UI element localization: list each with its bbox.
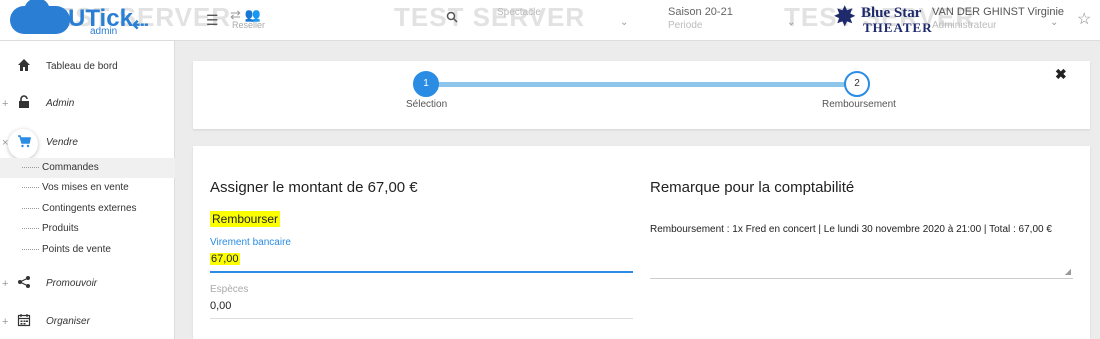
virement-label: Virement bancaire bbox=[210, 237, 291, 248]
sidebar-item-promouvoir[interactable]: + Promouvoir bbox=[0, 270, 175, 300]
user-name: VAN DER GHINST Virginie bbox=[932, 6, 1065, 18]
user-role: Administrateur bbox=[932, 20, 997, 31]
remark-title: Remarque pour la comptabilité bbox=[650, 179, 855, 196]
periode-value: Saison 20-21 bbox=[668, 6, 733, 18]
logo[interactable]: UTick admin ⇠ bbox=[6, 0, 156, 38]
spectacle-select[interactable]: Spectacle ⌄ bbox=[470, 6, 630, 36]
sidebar-subitem-label: Vos mises en vente bbox=[42, 182, 129, 193]
lock-icon bbox=[15, 95, 33, 113]
sidebar-subitem-label: Commandes bbox=[42, 162, 99, 173]
resize-handle-icon[interactable]: ◢ bbox=[1065, 267, 1071, 276]
theater-name-line2: THEATER bbox=[863, 20, 933, 35]
especes-underline bbox=[210, 318, 633, 319]
sidebar-subitem-contingents[interactable]: Contingents externes bbox=[0, 199, 175, 219]
theater-logo: ✸ Blue Star THEATER bbox=[833, 3, 933, 37]
virement-underline bbox=[210, 271, 633, 273]
rembourser-heading: Rembourser bbox=[210, 211, 281, 227]
sidebar-item-label: Admin bbox=[46, 98, 75, 109]
reseller-button[interactable]: ⇄ 👥 Reseller bbox=[230, 6, 274, 36]
hamburger-icon[interactable]: ☰ bbox=[206, 12, 219, 29]
sidebar-subitem-commandes[interactable]: Commandes bbox=[0, 158, 175, 178]
step-1[interactable]: 1 bbox=[413, 71, 439, 97]
chevron-down-icon: ⌄ bbox=[1050, 17, 1059, 28]
remark-textarea[interactable]: ◢ bbox=[650, 246, 1073, 279]
remark-text: Remboursement : 1x Fred en concert | Le … bbox=[650, 224, 1052, 235]
sidebar-item-label: Vendre bbox=[46, 137, 78, 148]
step-2[interactable]: 2 bbox=[844, 71, 870, 97]
home-icon bbox=[15, 58, 33, 76]
form-title: Assigner le montant de 67,00 € bbox=[210, 179, 418, 196]
close-icon[interactable]: ✖ bbox=[1055, 66, 1067, 83]
top-bar: TEST SERVER TEST SERVER TEST SERVER UTic… bbox=[0, 0, 1100, 41]
especes-input[interactable]: 0,00 bbox=[210, 300, 231, 312]
sidebar-item-label: Promouvoir bbox=[46, 278, 98, 289]
share-icon bbox=[15, 275, 33, 293]
sidebar-item-vendre[interactable]: × Vendre bbox=[0, 129, 175, 159]
logo-sub: admin bbox=[90, 26, 118, 37]
periode-label: Periode bbox=[668, 20, 703, 31]
theater-star-icon: ✸ bbox=[833, 1, 857, 32]
favorite-star-icon[interactable]: ☆ bbox=[1077, 9, 1091, 29]
sidebar-subitem-points-de-vente[interactable]: Points de vente bbox=[0, 240, 175, 260]
cart-icon bbox=[15, 134, 33, 152]
calendar-icon bbox=[15, 313, 33, 331]
spectacle-placeholder: Spectacle bbox=[497, 7, 541, 18]
step-1-label: Sélection bbox=[406, 99, 448, 110]
chevron-down-icon: ⌄ bbox=[787, 17, 796, 28]
step-2-label: Remboursement bbox=[822, 99, 896, 110]
sidebar-item-label: Organiser bbox=[46, 316, 90, 327]
sidebar-item-tableau-de-bord[interactable]: Tableau de bord bbox=[0, 53, 175, 83]
sidebar: Tableau de bord + Admin × Vendre Command… bbox=[0, 41, 175, 339]
sidebar-item-label: Tableau de bord bbox=[46, 61, 118, 72]
sidebar-item-organiser[interactable]: + Organiser bbox=[0, 308, 175, 338]
expand-plus-icon: + bbox=[2, 278, 9, 290]
sidebar-subitem-label: Contingents externes bbox=[42, 203, 137, 214]
periode-select[interactable]: Saison 20-21 Periode ⌄ bbox=[668, 6, 798, 36]
search-icon[interactable] bbox=[446, 11, 458, 26]
expand-plus-icon: + bbox=[2, 98, 9, 110]
sidebar-subitem-label: Produits bbox=[42, 223, 79, 234]
logo-arrow-icon: ⇠ bbox=[132, 14, 149, 36]
collapse-x-icon: × bbox=[2, 137, 9, 149]
especes-label: Espèces bbox=[210, 284, 249, 295]
virement-input[interactable]: 67,00 bbox=[210, 253, 240, 265]
expand-plus-icon: + bbox=[2, 316, 9, 328]
sidebar-item-admin[interactable]: + Admin bbox=[0, 90, 175, 120]
sidebar-subitem-produits[interactable]: Produits bbox=[0, 219, 175, 239]
user-menu[interactable]: VAN DER GHINST Virginie Administrateur ⌄ bbox=[932, 6, 1065, 36]
sidebar-subitem-mises-en-vente[interactable]: Vos mises en vente bbox=[0, 178, 175, 198]
logo-cloud-icon bbox=[10, 0, 70, 34]
reseller-label: Reseller bbox=[232, 20, 266, 30]
chevron-down-icon: ⌄ bbox=[620, 17, 629, 28]
stepper-card: 1 2 Sélection Remboursement ✖ bbox=[193, 61, 1090, 129]
refund-form-card: Assigner le montant de 67,00 € Remarque … bbox=[193, 146, 1090, 339]
stepper-track bbox=[425, 82, 856, 87]
sidebar-subitem-label: Points de vente bbox=[42, 244, 111, 255]
